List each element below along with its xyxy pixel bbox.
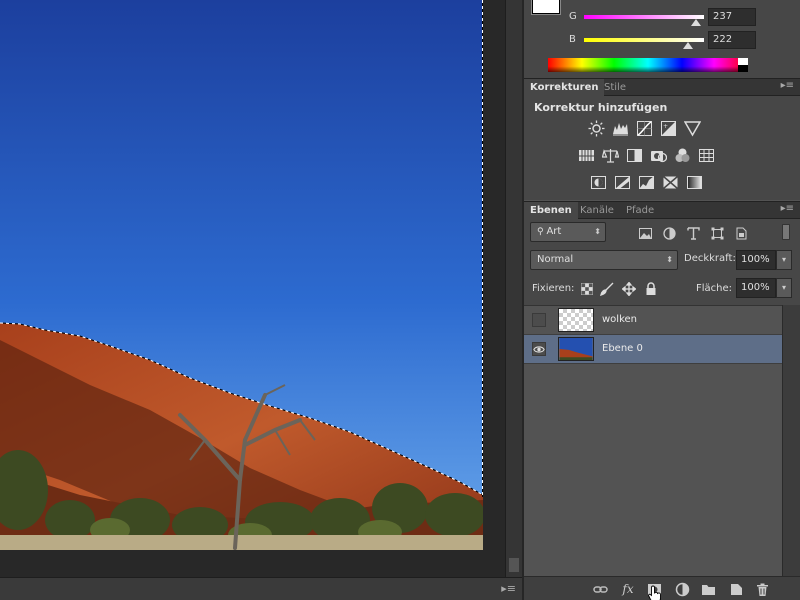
- eye-icon: [533, 345, 545, 353]
- layer-thumbnail: [558, 337, 594, 361]
- canvas-vertical-scrollbar[interactable]: [505, 0, 522, 577]
- slider-label: G: [569, 11, 577, 22]
- chevron-updown-icon: ⬍: [594, 227, 601, 236]
- status-bar: ▸≡: [0, 577, 522, 600]
- tab-ebenen[interactable]: Ebenen: [524, 202, 578, 219]
- smart-object-filter-icon[interactable]: [734, 226, 748, 240]
- blue-value-input[interactable]: 222: [708, 31, 756, 49]
- layer-list: wolken Ebene 0: [524, 305, 782, 576]
- color-lookup-icon[interactable]: [698, 147, 715, 164]
- svg-text:+: +: [663, 123, 668, 130]
- scrollbar-thumb[interactable]: [509, 558, 519, 572]
- visibility-toggle[interactable]: [532, 342, 546, 356]
- slider-row-blue: B 222: [524, 31, 800, 51]
- fill-label: Fläche:: [696, 283, 733, 294]
- levels-icon[interactable]: [612, 120, 629, 137]
- gradient-map-icon[interactable]: [686, 174, 703, 191]
- layer-style-fx-icon[interactable]: fx: [620, 581, 636, 597]
- black-white-icon[interactable]: [626, 147, 643, 164]
- posterize-icon[interactable]: [614, 174, 631, 191]
- opacity-label: Deckkraft:: [684, 253, 736, 264]
- hue-saturation-icon[interactable]: [578, 147, 595, 164]
- new-adjustment-layer-icon[interactable]: [674, 581, 690, 597]
- image-filter-icon[interactable]: [638, 226, 652, 240]
- blue-slider-knob[interactable]: [683, 42, 694, 49]
- selection-marquee-edge: [482, 0, 483, 497]
- green-slider-knob[interactable]: [690, 19, 701, 26]
- layers-footer: fx: [524, 576, 800, 600]
- filter-toggle-switch[interactable]: [782, 224, 790, 240]
- fill-dropdown[interactable]: ▾: [776, 278, 792, 298]
- lock-pixels-icon[interactable]: [600, 282, 614, 297]
- color-spectrum-ramp[interactable]: [548, 58, 748, 72]
- lock-transparency-icon[interactable]: [580, 282, 594, 296]
- layers-tab-bar: Ebenen Kanäle Pfade ▸≡: [524, 201, 800, 219]
- layer-name[interactable]: Ebene 0: [602, 343, 643, 354]
- link-layers-icon[interactable]: [592, 581, 608, 597]
- tab-kanaele[interactable]: Kanäle: [574, 202, 620, 219]
- layer-name[interactable]: wolken: [602, 314, 637, 325]
- adjustments-title: Korrektur hinzufügen: [534, 101, 668, 114]
- canvas-area[interactable]: [0, 0, 522, 577]
- layer-list-scrollbar[interactable]: [782, 305, 800, 576]
- opacity-dropdown[interactable]: ▾: [776, 250, 792, 270]
- status-menu-icon[interactable]: ▸≡: [501, 582, 516, 595]
- color-balance-icon[interactable]: [602, 147, 619, 164]
- shape-filter-icon[interactable]: [710, 226, 724, 240]
- brightness-icon[interactable]: [588, 120, 605, 137]
- layer-row-ebene-0[interactable]: Ebene 0: [524, 335, 782, 364]
- layer-row-wolken[interactable]: wolken: [524, 306, 782, 335]
- slider-row-green: G 237: [524, 8, 800, 28]
- tab-stile[interactable]: Stile: [598, 79, 632, 96]
- lock-position-icon[interactable]: [621, 281, 637, 297]
- photo-filter-icon[interactable]: [650, 147, 667, 164]
- type-filter-icon[interactable]: [686, 226, 700, 240]
- blend-mode-select[interactable]: Normal ⬍: [530, 250, 678, 270]
- adjustment-filter-icon[interactable]: [662, 226, 676, 240]
- adjustments-tab-bar: Korrekturen Stile ▸≡: [524, 78, 800, 96]
- layer-thumbnail: [558, 308, 594, 332]
- green-value-input[interactable]: 237: [708, 8, 756, 26]
- panel-dock: G 237 B 222 Korrekturen Stile ▸≡ Korrekt…: [522, 0, 800, 600]
- threshold-icon[interactable]: [638, 174, 655, 191]
- lock-all-icon[interactable]: [644, 282, 658, 296]
- panel-menu-icon[interactable]: ▸≡: [781, 203, 794, 214]
- color-panel: G 237 B 222: [524, 0, 800, 78]
- blend-mode-value: Normal: [537, 254, 574, 265]
- tab-korrekturen[interactable]: Korrekturen: [524, 79, 605, 96]
- layer-filter-select[interactable]: ⚲ Art ⬍: [530, 222, 606, 242]
- channel-mixer-icon[interactable]: [674, 147, 691, 164]
- layers-panel: ⚲ Art ⬍ Normal ⬍ Deckkraft: 100% ▾ Fixie…: [524, 219, 800, 576]
- hand-cursor-icon: [648, 585, 661, 600]
- new-layer-icon[interactable]: [728, 581, 744, 597]
- filter-kind-label: Art: [546, 226, 562, 237]
- exposure-icon[interactable]: +: [660, 120, 677, 137]
- invert-icon[interactable]: [590, 174, 607, 191]
- fill-input[interactable]: 100%: [736, 278, 776, 298]
- visibility-toggle-empty[interactable]: [532, 313, 546, 327]
- opacity-input[interactable]: 100%: [736, 250, 776, 270]
- selective-color-icon[interactable]: [662, 174, 679, 191]
- delete-layer-icon[interactable]: [754, 581, 770, 597]
- new-group-icon[interactable]: [700, 581, 716, 597]
- green-slider-track[interactable]: [584, 15, 704, 19]
- adjustments-panel: Korrektur hinzufügen +: [524, 96, 800, 200]
- curves-icon[interactable]: [636, 120, 653, 137]
- black-white-ramp[interactable]: [738, 58, 748, 72]
- panel-menu-icon[interactable]: ▸≡: [781, 80, 794, 91]
- tab-pfade[interactable]: Pfade: [620, 202, 660, 219]
- slider-label: B: [569, 34, 576, 45]
- landscape-photo: [0, 0, 483, 550]
- chevron-updown-icon: ⬍: [666, 255, 673, 264]
- vibrance-icon[interactable]: [684, 120, 701, 137]
- document-image[interactable]: [0, 0, 483, 550]
- lock-label: Fixieren:: [532, 283, 575, 294]
